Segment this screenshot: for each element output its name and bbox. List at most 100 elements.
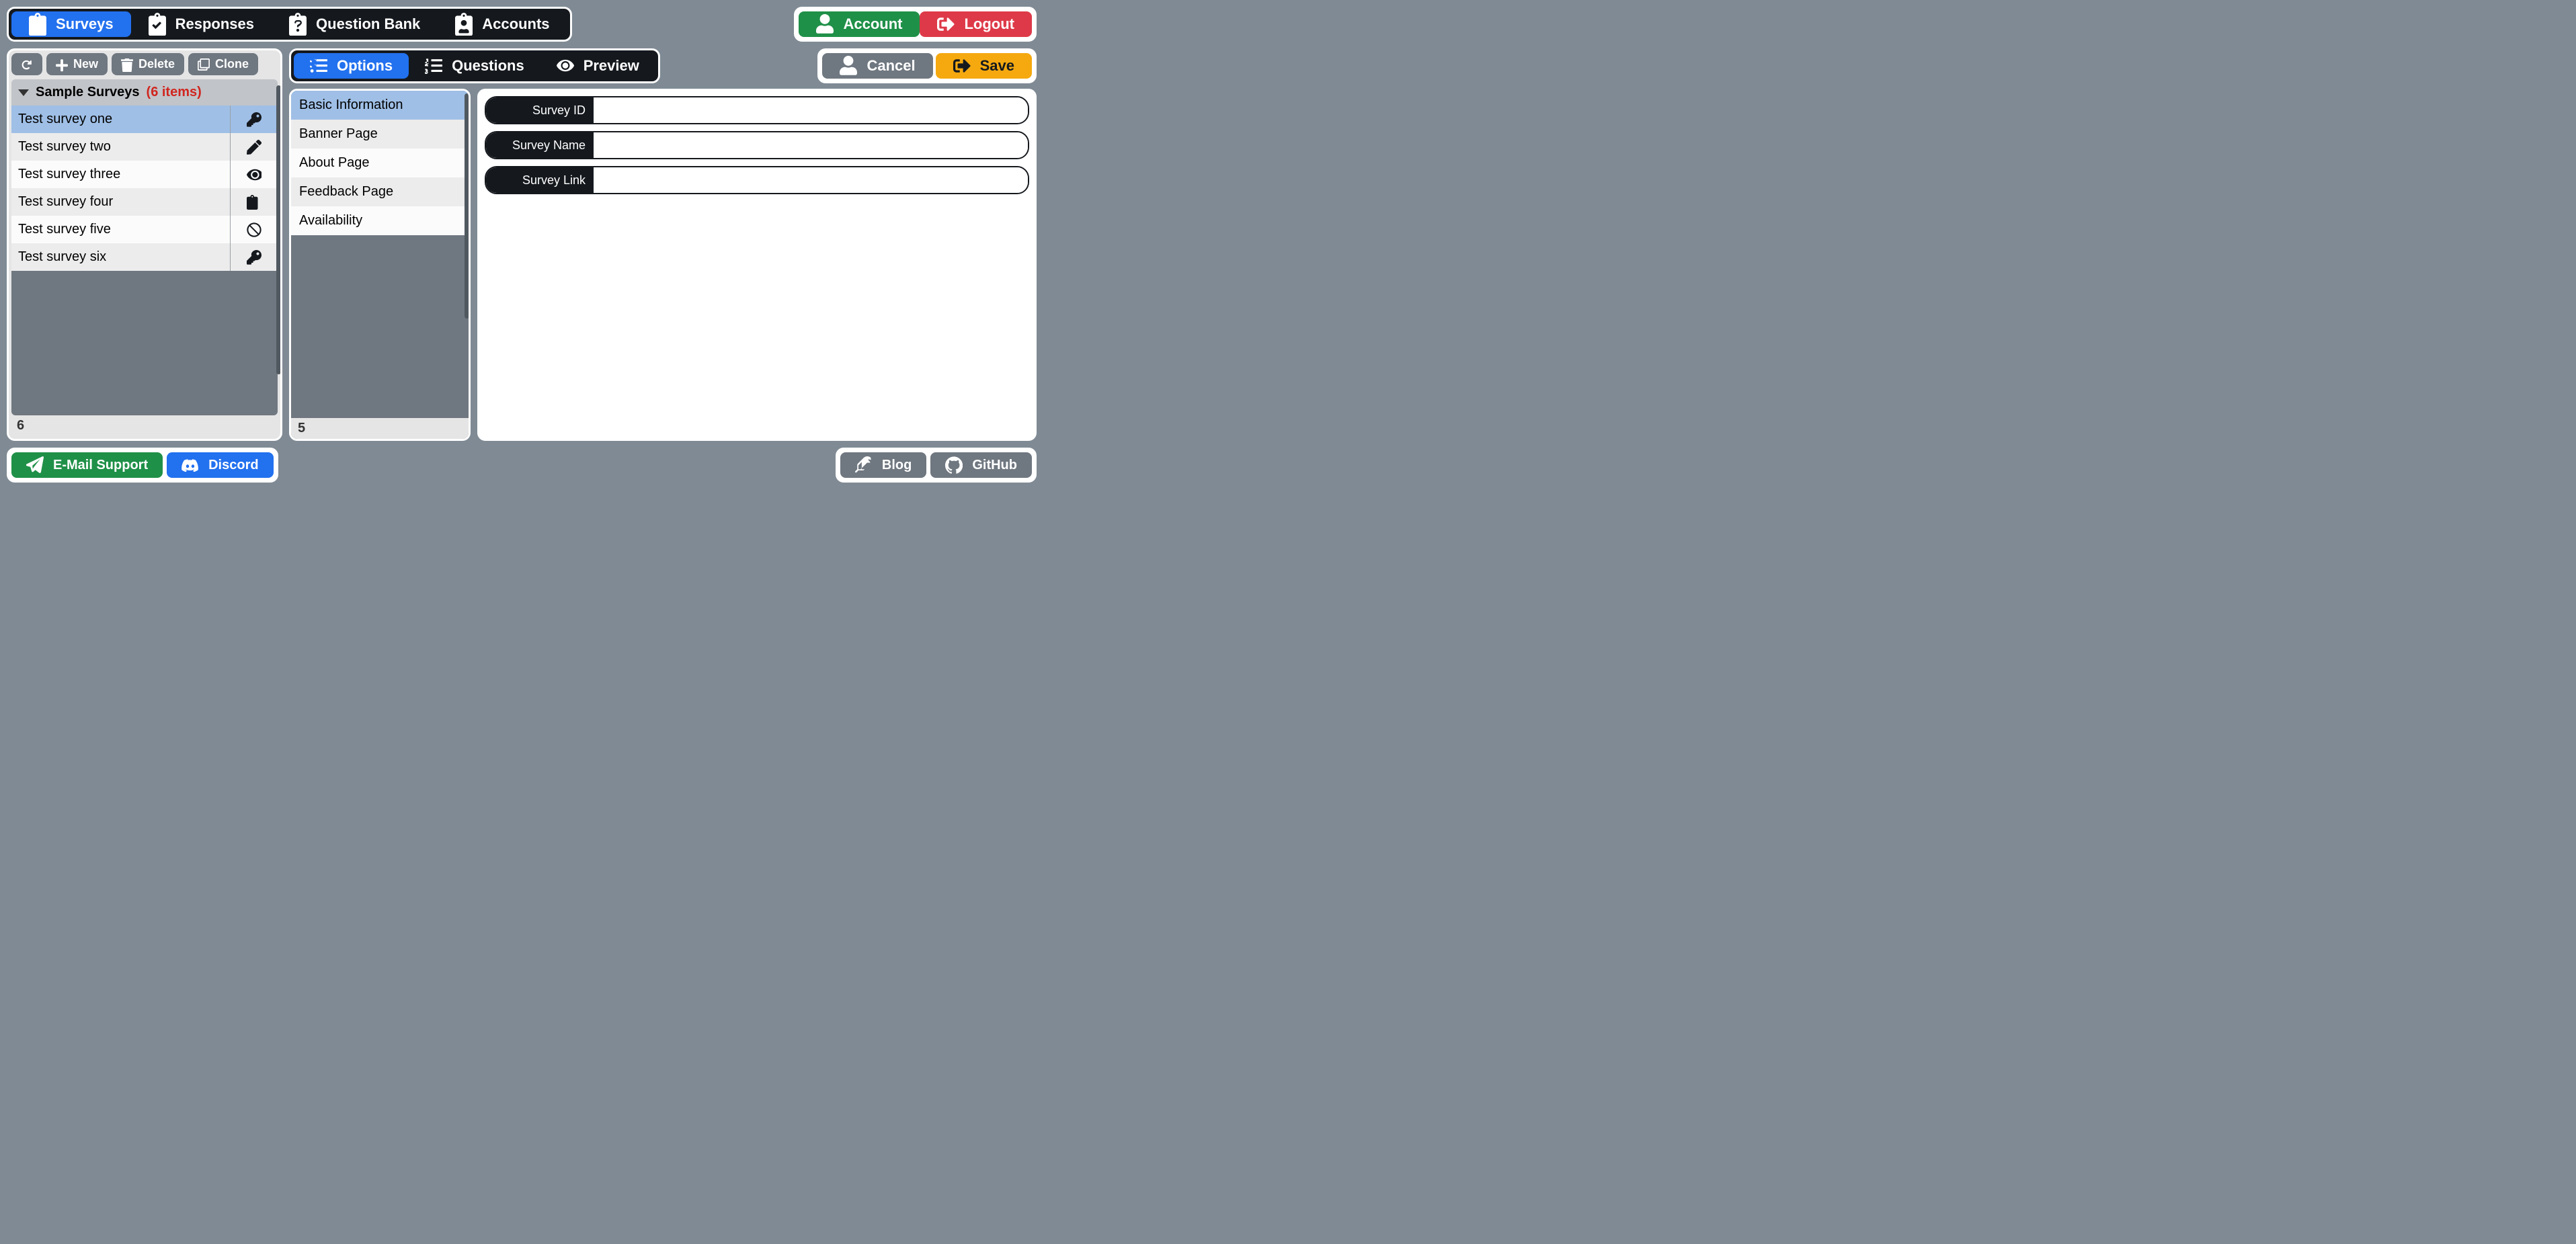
option-section-item[interactable]: Basic Information <box>291 91 469 120</box>
nav-accounts[interactable]: Accounts <box>438 11 567 37</box>
list-check-icon <box>310 57 327 75</box>
group-count: (6 items) <box>147 85 202 100</box>
survey-list-panel: New Delete Clone Sample Surveys (6 items… <box>7 48 282 441</box>
account-button[interactable]: Account <box>799 11 920 37</box>
trash-icon <box>121 58 133 71</box>
survey-row[interactable]: Test survey one <box>11 106 278 133</box>
nav-surveys[interactable]: Surveys <box>11 11 131 37</box>
email-support-button[interactable]: E-Mail Support <box>11 452 163 478</box>
user-icon <box>816 15 834 33</box>
clipboard-question-icon <box>289 15 307 33</box>
group-title: Sample Surveys <box>36 85 140 100</box>
survey-name: Test survey two <box>11 133 231 161</box>
new-button[interactable]: New <box>46 53 108 75</box>
survey-row[interactable]: Test survey three <box>11 161 278 188</box>
delete-label: Delete <box>138 57 175 71</box>
survey-name: Test survey one <box>11 106 231 133</box>
cancel-label: Cancel <box>867 57 915 75</box>
survey-status-eye-icon <box>231 161 278 188</box>
options-list: Basic InformationBanner PageAbout PageFe… <box>291 91 469 235</box>
nav-accounts-label: Accounts <box>482 15 549 33</box>
main-nav: Surveys Responses Question Bank Accounts <box>7 7 572 42</box>
nav-responses[interactable]: Responses <box>131 11 272 37</box>
survey-row[interactable]: Test survey five <box>11 216 278 243</box>
field-survey-id: Survey ID <box>485 96 1029 124</box>
survey-name: Test survey six <box>11 243 231 271</box>
survey-name: Test survey four <box>11 188 231 216</box>
survey-group-header[interactable]: Sample Surveys (6 items) <box>11 79 278 106</box>
save-label: Save <box>980 57 1014 75</box>
editor-actions: Cancel Save <box>817 48 1037 83</box>
survey-name: Test survey five <box>11 216 231 243</box>
option-section-item[interactable]: Availability <box>291 206 469 235</box>
nav-surveys-label: Surveys <box>56 15 114 33</box>
logout-icon <box>953 57 971 75</box>
github-button[interactable]: GitHub <box>930 452 1032 478</box>
survey-status-key-icon <box>231 106 278 133</box>
save-button[interactable]: Save <box>936 53 1032 79</box>
logout-button[interactable]: Logout <box>920 11 1032 37</box>
scrollbar-thumb[interactable] <box>465 93 469 319</box>
account-nav: Account Logout <box>794 7 1037 42</box>
field-survey-link: Survey Link <box>485 166 1029 194</box>
blog-label: Blog <box>882 458 912 473</box>
form-panel: Survey ID Survey Name Survey Link <box>477 89 1037 441</box>
clipboard-user-icon <box>455 15 473 33</box>
option-section-item[interactable]: Banner Page <box>291 120 469 149</box>
survey-status-clipboard-icon <box>231 188 278 216</box>
survey-name-input[interactable] <box>594 132 1028 158</box>
option-section-item[interactable]: Feedback Page <box>291 177 469 206</box>
survey-name: Test survey three <box>11 161 231 188</box>
external-links: Blog GitHub <box>836 448 1037 483</box>
survey-toolbar: New Delete Clone <box>11 53 278 75</box>
account-label: Account <box>843 15 902 33</box>
option-section-item[interactable]: About Page <box>291 149 469 177</box>
survey-status-ban-icon <box>231 216 278 243</box>
options-count-footer: 5 <box>291 418 469 439</box>
discord-button[interactable]: Discord <box>167 452 273 478</box>
survey-list: Test survey oneTest survey twoTest surve… <box>11 106 278 415</box>
logout-icon <box>937 15 955 33</box>
discord-icon <box>182 456 199 474</box>
user-icon <box>840 57 857 75</box>
survey-link-input[interactable] <box>594 167 1028 193</box>
tab-preview-label: Preview <box>583 57 639 75</box>
editor-column: Options Questions Preview Cancel <box>289 48 1037 441</box>
clipboard-icon <box>29 15 46 33</box>
feather-icon <box>855 456 873 474</box>
clone-icon <box>198 58 210 71</box>
caret-down-icon <box>18 89 29 96</box>
survey-link-label: Survey Link <box>486 167 594 193</box>
editor-subnav: Options Questions Preview <box>289 48 660 83</box>
tab-options-label: Options <box>337 57 393 75</box>
list-ol-icon <box>425 57 442 75</box>
discord-label: Discord <box>208 458 258 473</box>
nav-question-bank-label: Question Bank <box>316 15 420 33</box>
survey-row[interactable]: Test survey six <box>11 243 278 271</box>
cancel-button[interactable]: Cancel <box>822 53 932 79</box>
tab-questions-label: Questions <box>452 57 524 75</box>
refresh-button[interactable] <box>11 53 42 75</box>
blog-button[interactable]: Blog <box>840 452 926 478</box>
survey-id-label: Survey ID <box>486 97 594 123</box>
survey-count-footer: 6 <box>11 415 278 436</box>
github-label: GitHub <box>972 458 1017 473</box>
field-survey-name: Survey Name <box>485 131 1029 159</box>
nav-question-bank[interactable]: Question Bank <box>272 11 438 37</box>
nav-responses-label: Responses <box>175 15 254 33</box>
email-support-label: E-Mail Support <box>53 458 148 473</box>
survey-row[interactable]: Test survey four <box>11 188 278 216</box>
logout-label: Logout <box>964 15 1014 33</box>
eye-icon <box>557 57 574 75</box>
tab-options[interactable]: Options <box>294 53 409 79</box>
survey-id-input[interactable] <box>594 97 1028 123</box>
tab-preview[interactable]: Preview <box>540 53 655 79</box>
new-label: New <box>73 57 98 71</box>
scrollbar-thumb[interactable] <box>276 85 281 374</box>
survey-name-label: Survey Name <box>486 132 594 158</box>
tab-questions[interactable]: Questions <box>409 53 540 79</box>
survey-row[interactable]: Test survey two <box>11 133 278 161</box>
support-links: E-Mail Support Discord <box>7 448 278 483</box>
clone-button[interactable]: Clone <box>188 53 258 75</box>
delete-button[interactable]: Delete <box>112 53 184 75</box>
